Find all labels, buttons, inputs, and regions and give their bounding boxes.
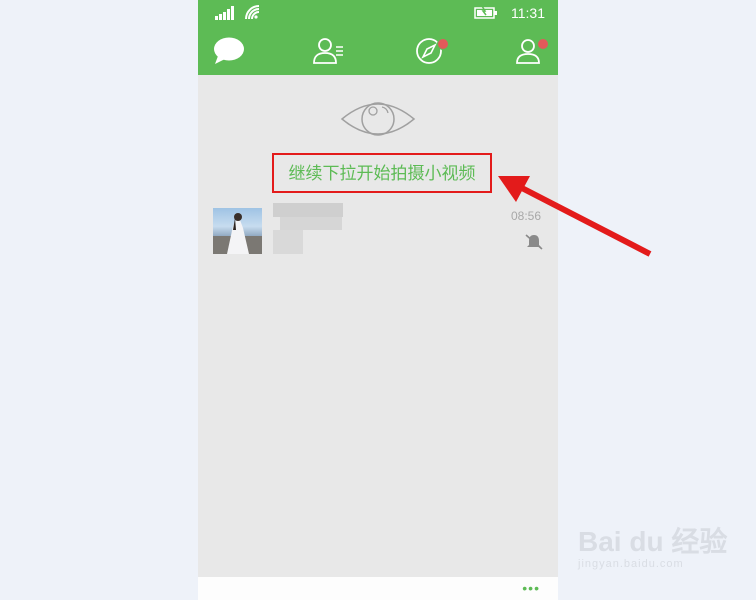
contact-avatar [213, 208, 262, 254]
contacts-icon [313, 38, 343, 64]
baidu-jingyan-watermark: Bai du 经验 jingyan.baidu.com [578, 520, 727, 570]
more-options-button[interactable]: ••• [522, 580, 540, 596]
signal-strength-icon [215, 6, 234, 20]
chat-name-blurred-2 [280, 217, 342, 230]
discover-badge [437, 38, 449, 50]
phone-screen: 11:31 继续下拉开始拍摄小视频 08:56 ••• [198, 0, 558, 600]
watermark-logo: Bai du 经验 [578, 526, 728, 557]
annotation-arrow-icon [498, 176, 652, 257]
top-nav-bar [198, 26, 558, 75]
me-badge [537, 38, 549, 50]
chat-name-blurred [273, 203, 343, 217]
chat-list[interactable]: 继续下拉开始拍摄小视频 [198, 75, 558, 577]
chat-bubble-icon [214, 37, 244, 64]
wifi-icon [245, 5, 260, 20]
battery-icon [474, 6, 497, 19]
chat-preview-blurred [273, 230, 303, 254]
status-bar: 11:31 [198, 0, 558, 26]
clock: 11:31 [511, 5, 545, 21]
tab-me[interactable] [512, 36, 549, 66]
tab-chats[interactable] [212, 36, 246, 66]
tab-discover[interactable] [412, 36, 449, 66]
bottom-app-bar: ••• [198, 577, 558, 600]
sight-eye-icon [340, 102, 416, 136]
pull-to-record-hint: 继续下拉开始拍摄小视频 [272, 153, 492, 193]
tab-contacts[interactable] [312, 36, 346, 66]
